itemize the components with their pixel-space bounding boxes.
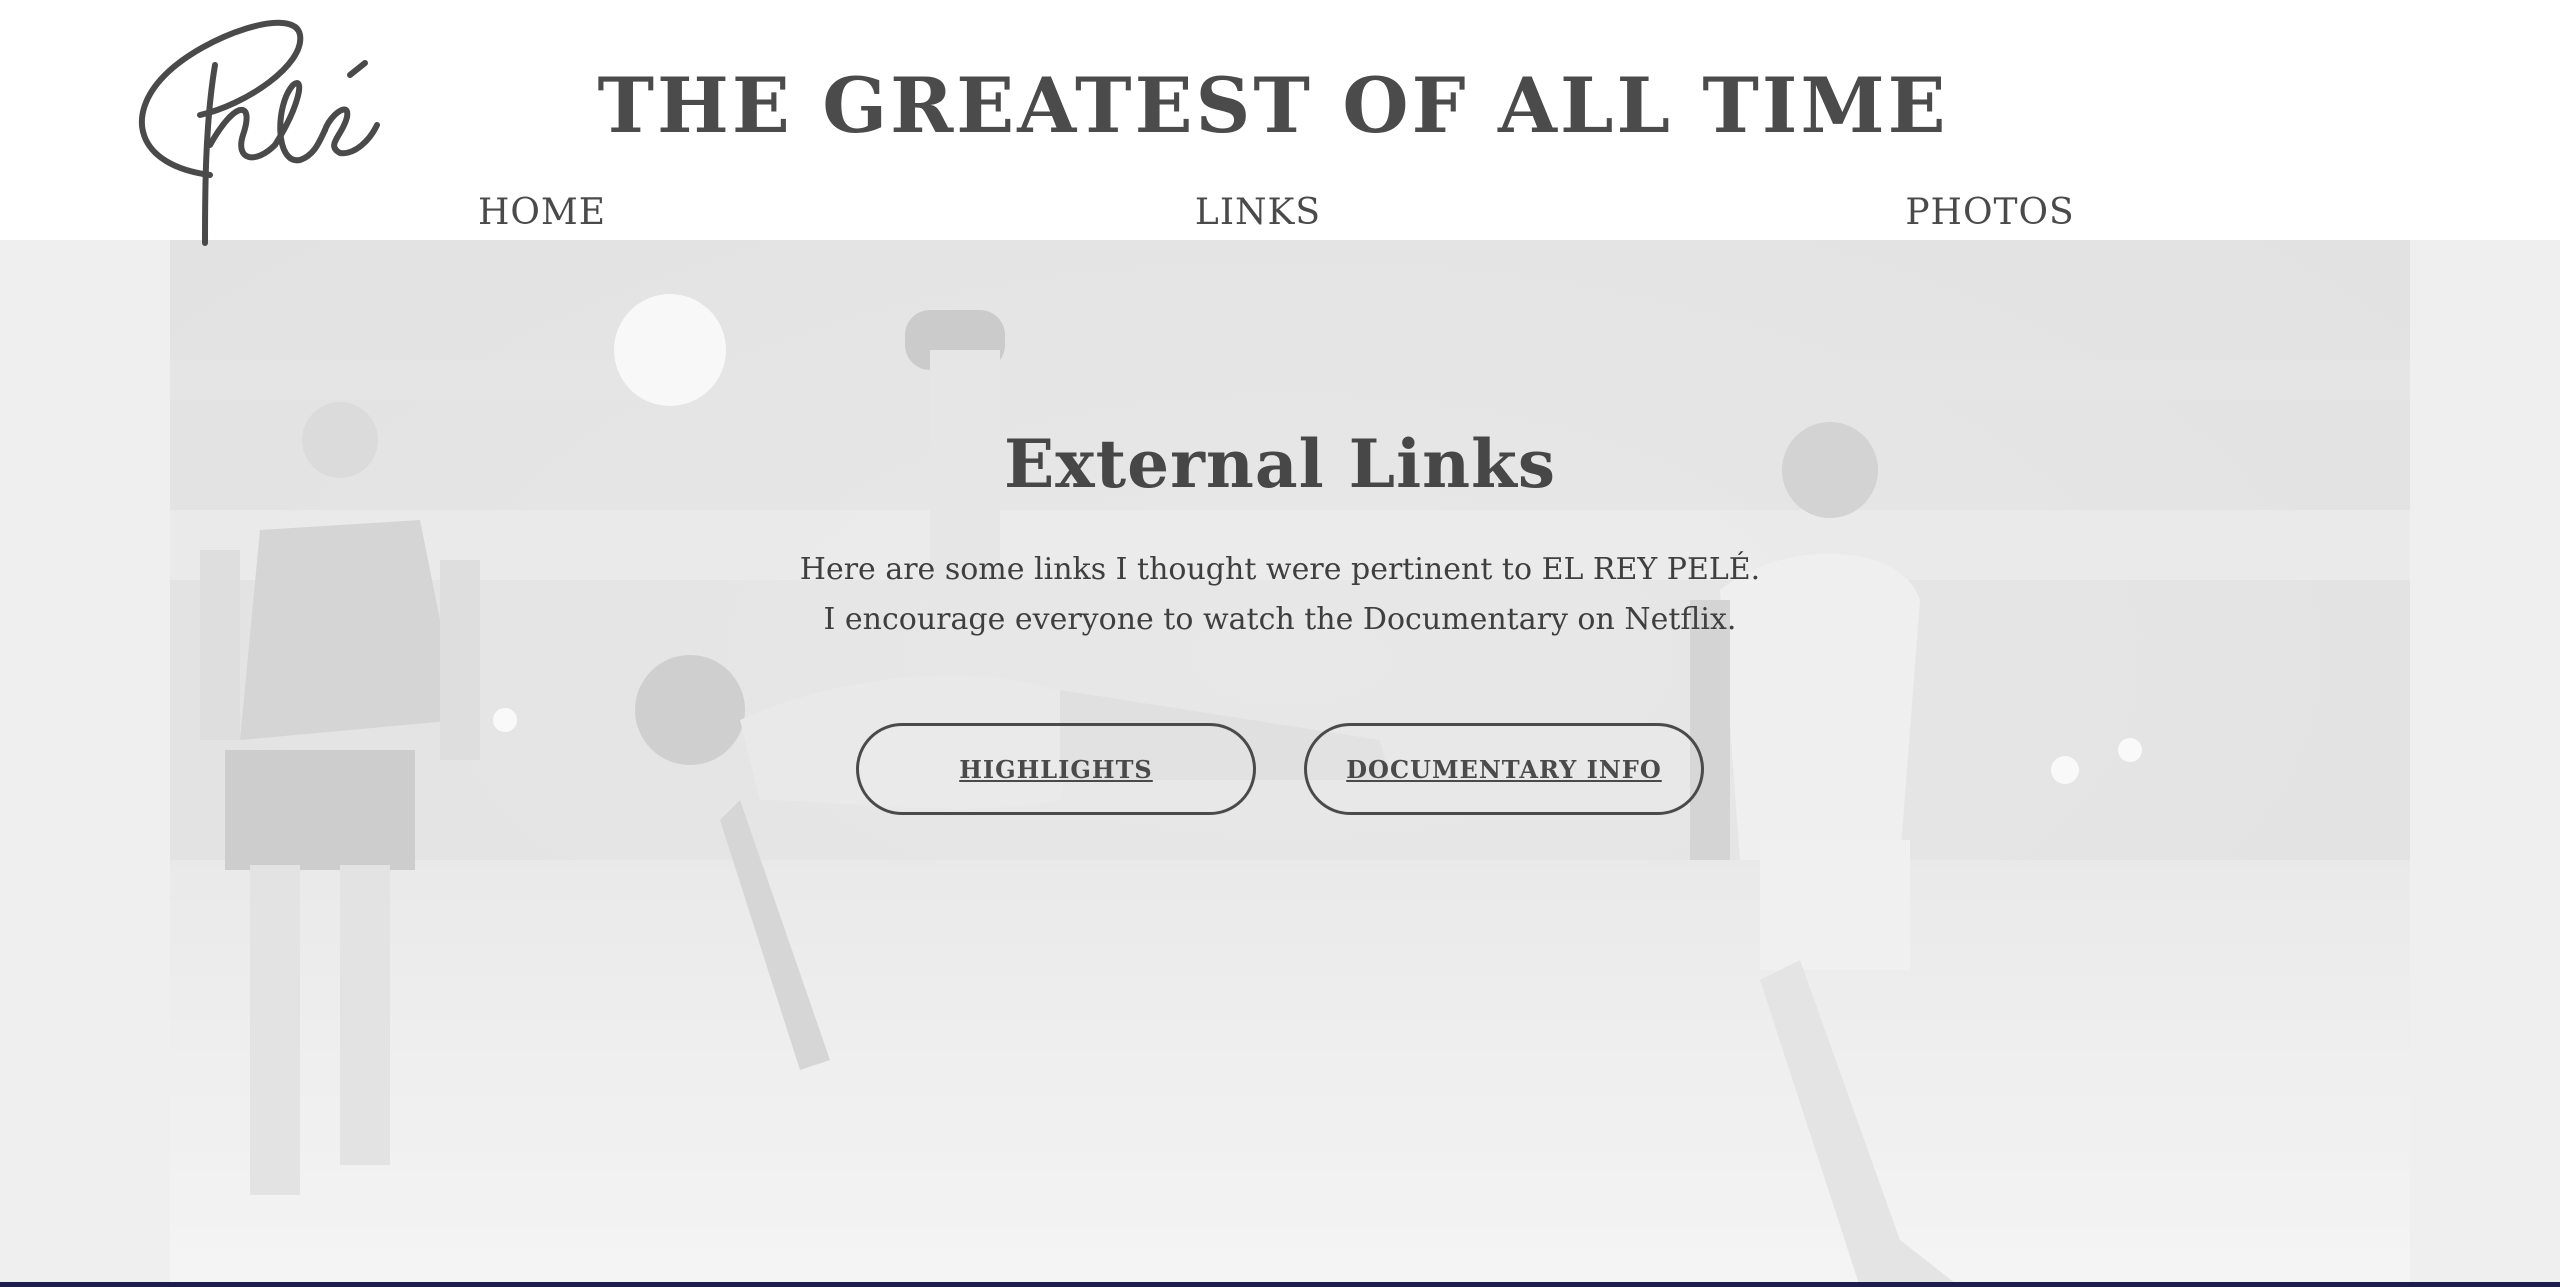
hero-background-photo [0, 240, 2560, 1287]
site-title-text: THE GREATEST OF ALL TIME [597, 61, 1949, 150]
bottom-edge [0, 1282, 2560, 1287]
site-header: THE GREATEST OF ALL TIME HOME LINKS PHOT… [0, 0, 2560, 246]
intro-line-2: I encourage everyone to watch the Docume… [823, 602, 1737, 637]
documentary-info-button[interactable]: DOCUMENTARY INFO [1304, 723, 1704, 815]
nav-item-links[interactable]: LINKS [1195, 193, 1321, 233]
page-heading: External Links [1003, 425, 1557, 503]
nav-item-home[interactable]: HOME [478, 193, 606, 233]
bicycle-kick-photo [0, 240, 2560, 1287]
highlights-button[interactable]: HIGHLIGHTS [856, 723, 1256, 815]
nav-item-photos[interactable]: PHOTOS [1905, 193, 2074, 233]
intro-line-1: Here are some links I thought were perti… [799, 552, 1761, 587]
pele-signature-logo[interactable] [125, 5, 385, 250]
intro-text: Here are some links I thought were perti… [0, 545, 2560, 645]
